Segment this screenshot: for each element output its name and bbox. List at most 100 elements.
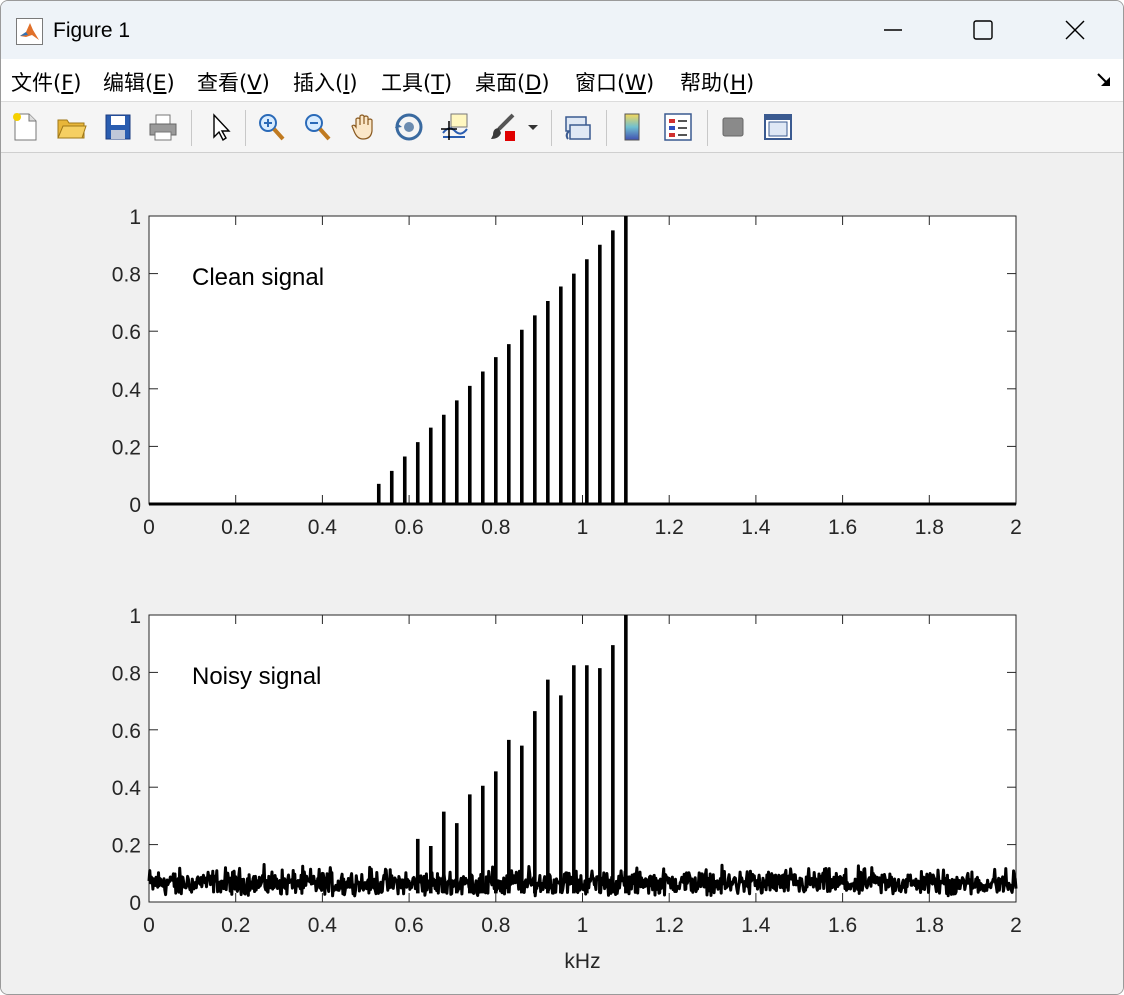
x-tick-label: 1 [577, 914, 589, 937]
x-tick-label: 1.8 [915, 516, 944, 539]
dock-arrow-icon[interactable] [1095, 71, 1113, 89]
hide-plot-tools-button[interactable] [715, 109, 751, 145]
signal-annotation: Noisy signal [192, 663, 321, 690]
plot-area[interactable]: 0 0.2 0.4 0.6 0.8 1 1.2 1.4 1.6 1.8 2 0 0.2 0.4 0.6 0.8… [1, 153, 1123, 994]
menu-view[interactable]: 查看(V) [197, 67, 270, 97]
y-tick-label: 0.8 [112, 662, 141, 685]
menu-tools[interactable]: 工具(T) [381, 67, 452, 97]
y-tick-label: 0.6 [112, 720, 141, 743]
toolbar-separator [245, 110, 246, 146]
close-button[interactable] [1029, 1, 1121, 59]
x-tick-label: 0.4 [308, 516, 338, 539]
edit-plot-button[interactable] [202, 109, 238, 145]
figure-window: Figure 1 文件(F) 编辑(E) 查看(V) 插入(I) 工具(T) 桌… [0, 0, 1124, 995]
y-tick-label: 0.4 [112, 777, 142, 800]
dropdown-arrow-icon [528, 125, 538, 130]
x-tick-label: 1.2 [655, 914, 684, 937]
y-tick-label: 0.6 [112, 321, 141, 344]
open-file-button[interactable] [53, 109, 89, 145]
x-tick-label: 0.2 [221, 914, 250, 937]
close-icon [1065, 20, 1085, 40]
rotate-3d-icon [395, 113, 423, 141]
x-tick-label: 1.2 [655, 516, 684, 539]
pointer-icon [213, 113, 231, 142]
maximize-icon [973, 20, 993, 40]
menu-edit[interactable]: 编辑(E) [103, 67, 175, 97]
brush-button[interactable] [485, 109, 521, 145]
y-tick-label: 0 [129, 494, 141, 517]
maximize-button[interactable] [937, 1, 1029, 59]
x-axis-label: kHz [564, 950, 600, 973]
pan-hand-icon [351, 114, 373, 140]
menu-help[interactable]: 帮助(H) [680, 67, 754, 97]
x-tick-label: 0.6 [394, 914, 423, 937]
menu-bar: 文件(F) 编辑(E) 查看(V) 插入(I) 工具(T) 桌面(D) 窗口(W… [1, 59, 1123, 102]
x-tick-label: 0.8 [481, 914, 510, 937]
rotate-3d-button[interactable] [391, 109, 427, 145]
x-tick-label: 1.8 [915, 914, 944, 937]
link-plot-button[interactable] [559, 109, 595, 145]
hide-plot-tools-icon [722, 117, 744, 137]
show-plot-tools-icon [764, 114, 792, 140]
menu-file[interactable]: 文件(F) [11, 67, 82, 97]
x-tick-label: 2 [1010, 516, 1022, 539]
new-file-icon [13, 113, 37, 141]
brush-icon [491, 113, 515, 141]
save-button[interactable] [100, 109, 136, 145]
window-title: Figure 1 [53, 19, 131, 42]
insert-colorbar-button[interactable] [614, 109, 650, 145]
zoom-out-button[interactable] [299, 109, 335, 145]
y-tick-label: 1 [129, 605, 141, 628]
x-tick-label: 1.6 [828, 914, 857, 937]
x-tick-label: 1.4 [741, 914, 771, 937]
new-figure-button[interactable] [7, 109, 43, 145]
y-tick-label: 0.2 [112, 436, 141, 459]
menu-insert[interactable]: 插入(I) [293, 67, 358, 97]
save-icon [105, 114, 131, 140]
axes-box-1 [148, 215, 1017, 505]
y-tick-label: 0.2 [112, 835, 141, 858]
link-plot-icon [565, 116, 591, 140]
zoom-in-button[interactable] [253, 109, 289, 145]
y-tick-label: 1 [129, 206, 141, 229]
data-cursor-icon [441, 113, 468, 140]
legend-icon [664, 113, 692, 141]
y-tick-label: 0 [129, 892, 141, 915]
x-tick-label: 0 [143, 914, 155, 937]
toolbar-separator [191, 110, 192, 146]
menu-desktop[interactable]: 桌面(D) [475, 67, 550, 97]
menu-window[interactable]: 窗口(W) [575, 67, 654, 97]
print-icon [149, 114, 177, 141]
minimize-button[interactable] [847, 1, 939, 59]
pan-button[interactable] [346, 109, 382, 145]
insert-legend-button[interactable] [660, 109, 696, 145]
figure-canvas[interactable]: 0 0.2 0.4 0.6 0.8 1 1.2 1.4 1.6 1.8 2 0 0.2 0.4 0.6 0.8… [1, 153, 1123, 994]
x-tick-label: 0.8 [481, 516, 510, 539]
x-tick-label: 0.2 [221, 516, 250, 539]
zoom-out-icon [305, 114, 331, 141]
toolbar-separator [707, 110, 708, 146]
minimize-icon [884, 29, 902, 31]
y-tick-label: 0.8 [112, 264, 141, 287]
x-tick-label: 1.4 [741, 516, 771, 539]
data-cursor-button[interactable] [437, 109, 473, 145]
brush-dropdown-button[interactable] [523, 109, 543, 145]
x-tick-label: 1 [577, 516, 589, 539]
open-folder-icon [57, 119, 87, 139]
signal-annotation: Clean signal [192, 264, 324, 291]
toolbar-separator [606, 110, 607, 146]
title-bar[interactable]: Figure 1 [1, 1, 1123, 59]
x-tick-label: 1.6 [828, 516, 857, 539]
x-tick-label: 0.6 [394, 516, 423, 539]
colorbar-icon [624, 113, 640, 141]
figure-toolbar [1, 102, 1123, 153]
x-tick-label: 0 [143, 516, 155, 539]
zoom-in-icon [259, 114, 285, 141]
toolbar-separator [551, 110, 552, 146]
print-button[interactable] [145, 109, 181, 145]
y-tick-label: 0.4 [112, 379, 142, 402]
show-plot-tools-button[interactable] [760, 109, 796, 145]
matlab-logo-icon [16, 18, 43, 45]
x-tick-label: 0.4 [308, 914, 338, 937]
x-tick-label: 2 [1010, 914, 1022, 937]
